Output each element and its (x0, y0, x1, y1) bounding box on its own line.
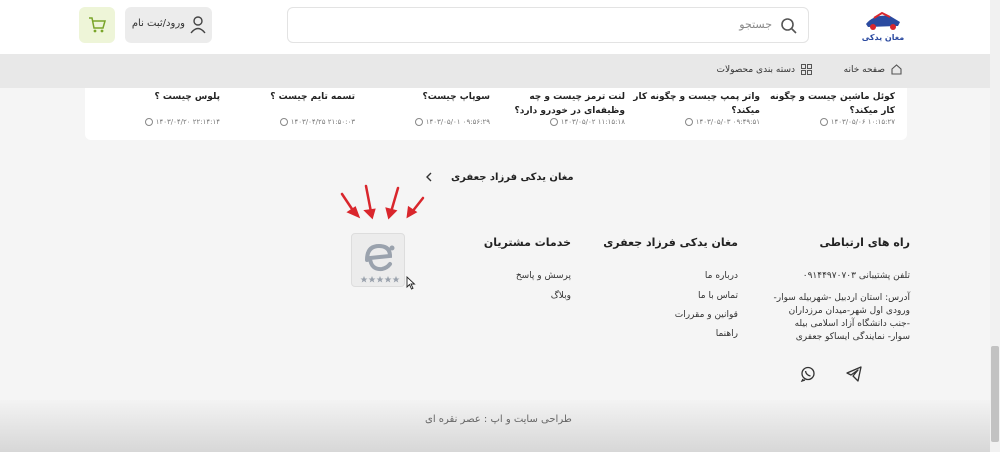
cart-button[interactable] (79, 7, 115, 43)
breadcrumb-label: مغان یدکی فرزاد جعفری (451, 171, 574, 183)
mouse-cursor-icon (406, 276, 416, 290)
nav-categories-label: دسته بندی محصولات (716, 64, 796, 75)
link-about[interactable]: درباره ما (705, 271, 738, 281)
grid-icon (801, 64, 812, 75)
footer-bottom-bar (0, 400, 990, 452)
article-card[interactable]: لنت ترمز چیست و چه وظیفه‌ای در خودرو دار… (496, 88, 631, 140)
article-title[interactable]: تسمه تایم چیست ؟ (227, 90, 355, 104)
article-title[interactable]: واتر پمپ چیست و چگونه کار میکند؟ (632, 90, 760, 118)
article-card[interactable]: پلوس چیست ؟ ۱۴۰۳/۰۴/۲۰ ۲۲:۱۴:۱۴ (91, 88, 226, 140)
link-contact[interactable]: تماس با ما (698, 291, 738, 301)
clock-icon (414, 118, 423, 126)
contact-title: راه های ارتباطی (819, 236, 910, 249)
clock-icon (144, 118, 153, 126)
article-date: ۱۴۰۳/۰۵/۰۱ ۰۹:۵۶:۲۹ (414, 118, 490, 126)
enamad-trust-badge[interactable] (351, 233, 405, 287)
recent-articles: کوئل ماشین چیست و چگونه کار میکند؟ ۱۴۰۳/… (85, 88, 907, 140)
clock-icon (549, 118, 558, 126)
cart-icon (89, 17, 106, 33)
article-date: ۱۴۰۳/۰۵/۰۳ ۰۹:۴۹:۵۱ (684, 118, 760, 126)
link-faq[interactable]: پرسش و پاسخ (516, 271, 571, 281)
store-title: مغان یدکی فرزاد جعفری (603, 236, 738, 249)
chevron-left-icon[interactable] (425, 172, 433, 182)
article-title[interactable]: لنت ترمز چیست و چه وظیفه‌ای در خودرو دار… (497, 90, 625, 118)
annotation-arrows (340, 184, 425, 220)
link-guide[interactable]: راهنما (716, 329, 738, 339)
link-terms[interactable]: قوانین و مقررات (675, 310, 738, 320)
user-icon (190, 16, 206, 34)
article-card[interactable]: کوئل ماشین چیست و چگونه کار میکند؟ ۱۴۰۳/… (766, 88, 901, 140)
site-logo[interactable]: مغان یدکی (860, 10, 906, 44)
article-card[interactable]: سوپاپ چیست؟ ۱۴۰۳/۰۵/۰۱ ۰۹:۵۶:۲۹ (361, 88, 496, 140)
article-card[interactable]: تسمه تایم چیست ؟ ۱۴۰۳/۰۴/۲۵ ۲۱:۵۰:۰۳ (226, 88, 361, 140)
article-date: ۱۴۰۳/۰۵/۰۶ ۱۰:۱۵:۲۷ (819, 118, 895, 126)
design-credit[interactable]: طراحی سایت و اپ : عصر نقره ای (425, 414, 572, 425)
article-card[interactable]: واتر پمپ چیست و چگونه کار میکند؟ ۱۴۰۳/۰۵… (631, 88, 766, 140)
svg-text:مغان یدکی: مغان یدکی (862, 33, 905, 42)
search-input[interactable]: جستجو (739, 18, 772, 31)
store-address: آدرس: استان اردبیل -شهربیله سوار- ورودی … (773, 293, 910, 342)
article-date: ۱۴۰۳/۰۴/۲۵ ۲۱:۵۰:۰۳ (279, 118, 355, 126)
telegram-icon[interactable] (846, 366, 862, 382)
page-scrollbar[interactable] (990, 0, 1000, 452)
login-register-button[interactable]: ورود/ثبت نام (125, 7, 212, 43)
service-title: خدمات مشتریان (483, 236, 571, 249)
site-header: مغان یدکی جستجو ورود/ثبت نام (0, 0, 990, 54)
footer-breadcrumb[interactable]: مغان یدکی فرزاد جعفری (425, 168, 574, 186)
nav-categories[interactable]: دسته بندی محصولات (716, 64, 812, 75)
clock-icon (279, 118, 288, 126)
nav-home-label: صفحه خانه (843, 64, 885, 75)
article-date: ۱۴۰۳/۰۵/۰۲ ۱۱:۱۵:۱۸ (549, 118, 625, 126)
article-date: ۱۴۰۳/۰۴/۲۰ ۲۲:۱۴:۱۴ (144, 118, 220, 126)
home-icon (891, 64, 902, 75)
article-title[interactable]: سوپاپ چیست؟ (362, 90, 491, 104)
nav-home[interactable]: صفحه خانه (844, 64, 902, 75)
scrollbar-thumb[interactable] (991, 346, 999, 442)
clock-icon (819, 118, 828, 126)
link-blog[interactable]: وبلاگ (551, 291, 571, 301)
login-label: ورود/ثبت نام (131, 18, 185, 29)
main-nav: صفحه خانه دسته بندی محصولات (0, 54, 990, 88)
whatsapp-icon[interactable] (800, 366, 816, 383)
search-icon[interactable] (780, 17, 798, 35)
article-title[interactable]: کوئل ماشین چیست و چگونه کار میکند؟ (767, 90, 895, 118)
search-box[interactable]: جستجو (287, 7, 809, 43)
article-title[interactable]: پلوس چیست ؟ (92, 90, 220, 104)
clock-icon (684, 118, 693, 126)
